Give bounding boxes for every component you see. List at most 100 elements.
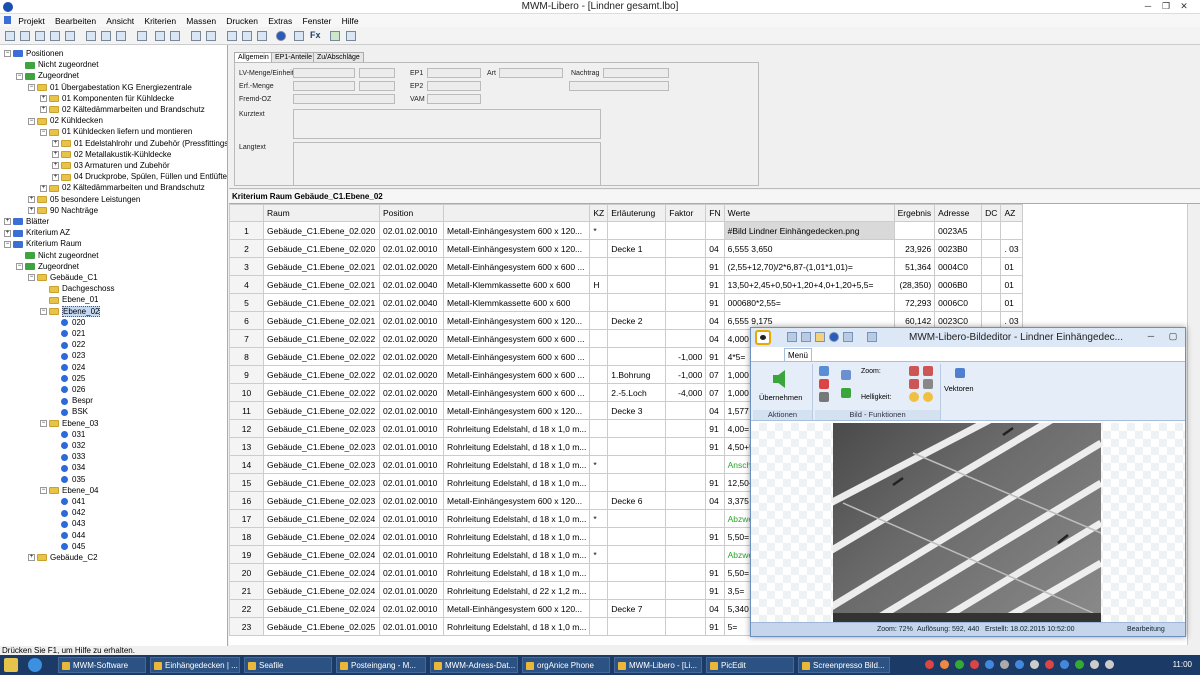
table-cell[interactable]: 17 xyxy=(229,509,264,528)
table-cell[interactable]: Rohrleitung Edelstahl, d 18 x 1,0 m... xyxy=(442,545,591,564)
brightness-down-icon[interactable] xyxy=(923,392,933,402)
table-cell[interactable]: Metall-Einhängesystem 600 x 600 ... xyxy=(442,257,591,276)
table-cell[interactable] xyxy=(589,473,609,492)
open-icon[interactable] xyxy=(20,31,30,41)
table-cell[interactable] xyxy=(665,401,707,420)
zoom-reset-icon[interactable] xyxy=(923,379,933,389)
art-select[interactable] xyxy=(499,68,563,78)
redo-icon[interactable] xyxy=(841,388,851,398)
table-cell[interactable] xyxy=(589,437,609,456)
table-cell[interactable] xyxy=(607,509,667,528)
table-cell[interactable]: Rohrleitung Edelstahl, d 18 x 1,0 m... xyxy=(442,473,591,492)
volume-icon[interactable] xyxy=(1105,660,1114,669)
column-header[interactable]: Adresse xyxy=(934,204,983,222)
table-cell[interactable]: 22 xyxy=(229,599,264,618)
table-cell[interactable] xyxy=(589,329,609,348)
table-cell[interactable] xyxy=(665,239,707,258)
table-cell[interactable]: * xyxy=(589,545,609,564)
table-cell[interactable]: Rohrleitung Edelstahl, d 18 x 1,0 m... xyxy=(442,437,591,456)
table-cell[interactable]: Metall-Klemmkassette 600 x 600 xyxy=(442,293,591,312)
table-cell[interactable] xyxy=(665,455,707,474)
network-icon[interactable] xyxy=(1090,660,1099,669)
table-cell[interactable] xyxy=(705,545,725,564)
tray-icon-4[interactable] xyxy=(970,660,979,669)
table-cell[interactable]: Rohrleitung Edelstahl, d 18 x 1,0 m... xyxy=(442,617,591,636)
table-cell[interactable]: 02.01.01.0010 xyxy=(379,617,444,636)
zoom-in-icon[interactable] xyxy=(909,366,919,376)
table-cell[interactable]: 02.01.02.0010 xyxy=(379,311,444,330)
table-cell[interactable]: Gebäude_C1.Ebene_02.025 xyxy=(263,617,380,636)
table-cell[interactable]: 04 xyxy=(705,239,725,258)
image-canvas[interactable] xyxy=(751,423,1185,622)
table-cell[interactable] xyxy=(607,437,667,456)
table-cell[interactable] xyxy=(589,257,609,276)
table-cell[interactable]: (28,350) xyxy=(893,275,936,294)
taskbar-item[interactable]: Einhängedecken | ... xyxy=(150,657,240,673)
table-cell[interactable] xyxy=(665,437,707,456)
taskbar-item[interactable]: PicEdit xyxy=(706,657,794,673)
expand-toggle-icon[interactable]: + xyxy=(52,139,59,147)
table-cell[interactable] xyxy=(589,347,609,366)
table-cell[interactable] xyxy=(589,617,609,636)
table-cell[interactable] xyxy=(1000,221,1023,240)
kurztext-field[interactable] xyxy=(293,109,601,139)
table-cell[interactable]: H xyxy=(589,275,609,294)
tree-node[interactable]: 035 xyxy=(52,474,85,485)
cut-icon[interactable] xyxy=(819,379,829,389)
table-cell[interactable]: 02.01.02.0010 xyxy=(379,221,444,240)
undo-icon[interactable] xyxy=(841,370,851,380)
table-cell[interactable] xyxy=(665,473,707,492)
tree-node[interactable]: +02 Metallakustik-Kühldecke xyxy=(52,149,171,160)
editor-maximize-button[interactable]: ▢ xyxy=(1165,330,1181,343)
tree-node[interactable]: + Gebäude_C2 xyxy=(28,552,98,563)
table-cell[interactable]: Metall-Klemmkassette 600 x 600 xyxy=(442,275,591,294)
column-header[interactable]: Werte xyxy=(723,204,895,222)
table-cell[interactable]: (2,55+12,70)/2*6,87-(1,01*1,01)= xyxy=(723,257,895,276)
table-cell[interactable] xyxy=(665,617,707,636)
tool-icon-7[interactable] xyxy=(191,31,201,41)
table-cell[interactable] xyxy=(665,257,707,276)
table-cell[interactable]: 12 xyxy=(229,419,264,438)
table-cell[interactable]: -4,000 xyxy=(665,383,707,402)
table-cell[interactable]: 01 xyxy=(1000,257,1023,276)
table-cell[interactable] xyxy=(589,383,609,402)
expand-toggle-icon[interactable]: − xyxy=(40,128,47,136)
table-cell[interactable] xyxy=(893,221,936,240)
taskbar-item[interactable]: orgAnice Phone xyxy=(522,657,610,673)
table-cell[interactable]: 02.01.01.0010 xyxy=(379,473,444,492)
expand-toggle-icon[interactable]: + xyxy=(52,173,59,181)
tree-node[interactable]: − Ebene_03 xyxy=(40,418,98,429)
expand-toggle-icon[interactable]: + xyxy=(40,184,47,192)
expand-toggle-icon[interactable]: − xyxy=(40,419,47,427)
table-cell[interactable]: 19 xyxy=(229,545,264,564)
table-cell[interactable]: 0023A5 xyxy=(934,221,983,240)
table-cell[interactable]: 02.01.02.0020 xyxy=(379,365,444,384)
tray-icon-9[interactable] xyxy=(1045,660,1054,669)
tree-node[interactable]: 042 xyxy=(52,507,85,518)
table-cell[interactable]: 04 xyxy=(705,599,725,618)
browser-icon[interactable] xyxy=(28,658,42,672)
taskbar-item[interactable]: Seafile xyxy=(244,657,332,673)
cut-icon[interactable] xyxy=(227,31,237,41)
tray-icon-5[interactable] xyxy=(985,660,994,669)
table-cell[interactable] xyxy=(705,509,725,528)
column-header[interactable]: AZ xyxy=(1000,204,1023,222)
table-cell[interactable]: 91 xyxy=(705,419,725,438)
vektoren-button[interactable]: Vektoren xyxy=(944,384,974,393)
table-cell[interactable]: Gebäude_C1.Ebene_02.021 xyxy=(263,293,380,312)
tree-node[interactable]: 045 xyxy=(52,541,85,552)
calc-icon[interactable] xyxy=(294,31,304,41)
table-cell[interactable] xyxy=(607,581,667,600)
table-cell[interactable]: Gebäude_C1.Ebene_02.022 xyxy=(263,347,380,366)
tree-node[interactable]: − Gebäude_C1 xyxy=(28,272,98,283)
table-cell[interactable] xyxy=(665,581,707,600)
tool-icon-2[interactable] xyxy=(101,31,111,41)
column-header[interactable]: KZ xyxy=(589,204,609,222)
tray-icon-3[interactable] xyxy=(955,660,964,669)
refresh-icon[interactable] xyxy=(801,332,811,342)
expand-toggle-icon[interactable]: − xyxy=(16,263,23,271)
table-cell[interactable]: 000680*2,55= xyxy=(723,293,895,312)
tray-icon-6[interactable] xyxy=(1000,660,1009,669)
table-cell[interactable]: 02.01.02.0020 xyxy=(379,347,444,366)
table-cell[interactable]: 72,293 xyxy=(893,293,936,312)
